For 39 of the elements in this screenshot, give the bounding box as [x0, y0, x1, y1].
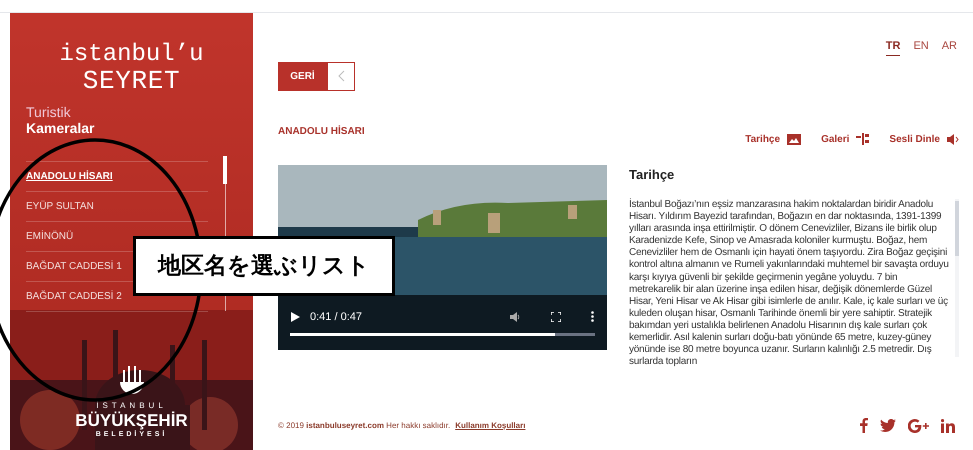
- history-text: İstanbul Boğazı’nın eşsiz manzarasına hakim noktalardan biridir Anadolu Hisarı. Yıldırım Bayezid tarafından, Boğazın en dar noktasında, 1391-1399 yılları arasında inşa ettirilmiştir. O dönem Cenevizliler, Bizans ile birlik olup Karadenizde Kefe, Sinop ve Amasrada koloniler kurmuştu. Boğaz, hem Cenevizliler hem de Osmanlı için hayati önem taşıyordu. Zira Boğaz geçişini kontrol altına almanın ve Rumeli yakınlarındaki muhtemel bir savaşta orduyu karşı kıyıya güvenli bir şekilde geçirmenin yegâne yoluydu. 7 bin metrekarelik bir alan üzerine inşa edilen hisar, değişik dönemlerde Güzel Hisar, Yeni Hisar ve Ak Hisar gibi isimlerle de anılır. Kale, iç kale surları ve üç kuleden oluşan hisar, Osmanlı Tarihinde önemli bir yere sahiptir. Stratejik bakımdan yeri ustalıkla belirlenen Anadolu Hisarının dış kale surları çok kemerlidir. Asıl kalenin surları doğu-batı yönünde 65 metre, kuzey-güney yönünde ise 80 metre boyunca uzanır. Surların kalınlığı 2.5 metredir. Dış surlarda topların: [629, 199, 950, 368]
- linkedin-icon[interactable]: [941, 418, 955, 432]
- back-arrow-button[interactable]: [327, 62, 355, 90]
- camera-list-item[interactable]: ANADOLU HİSARI: [26, 169, 113, 184]
- logo-text: istanbul’u: [59, 43, 204, 67]
- progress-bar[interactable]: [290, 332, 595, 336]
- signpost-icon: [856, 133, 870, 145]
- video-time: 0:41 / 0:47: [310, 310, 362, 324]
- place-title: ANADOLU HİSARI: [278, 124, 365, 138]
- camera-list-item[interactable]: BAĞDAT CADDESİ 1: [26, 259, 122, 274]
- section-heading: Turistik: [26, 104, 72, 120]
- volume-icon[interactable]: [510, 312, 521, 322]
- tab-link[interactable]: Sesli Dinle: [889, 132, 959, 146]
- annotation-tooltip: 地区名を選ぶリスト: [133, 236, 395, 296]
- twitter-icon[interactable]: [880, 419, 896, 432]
- terms-link[interactable]: Kullanım Koşulları: [455, 420, 526, 432]
- back-button[interactable]: GERİ: [278, 62, 327, 90]
- municipality-name: İSTANBUL: [96, 400, 167, 412]
- fullscreen-icon[interactable]: [551, 312, 561, 322]
- section-title: Tarihçe: [629, 166, 676, 184]
- tab-link[interactable]: Tarihçe: [745, 132, 802, 146]
- facebook-icon[interactable]: [860, 418, 868, 433]
- play-icon[interactable]: [291, 312, 300, 322]
- language-tab[interactable]: TR: [886, 38, 900, 56]
- image-icon: [787, 134, 802, 144]
- copyright-text: © 2019 istanbuluseyret.com Her hakkı saklıdır.: [278, 420, 450, 432]
- more-icon[interactable]: [591, 311, 594, 322]
- logo-text: SEYRET: [82, 67, 180, 95]
- chevron-left-icon: [337, 70, 345, 82]
- municipality-name: BÜYÜKŞEHİR: [75, 412, 188, 430]
- speaker-icon: [947, 134, 959, 144]
- language-tab[interactable]: AR: [942, 38, 957, 56]
- tab-link[interactable]: Galeri: [821, 132, 870, 146]
- camera-list-item[interactable]: EMİNÖNÜ: [26, 229, 74, 244]
- language-tab[interactable]: EN: [913, 38, 929, 56]
- google-plus-icon[interactable]: [908, 418, 929, 432]
- camera-list-item[interactable]: BAĞDAT CADDESİ 2: [26, 289, 122, 304]
- camera-list-item[interactable]: EYÜP SULTAN: [26, 199, 94, 214]
- section-heading: Kameralar: [26, 120, 96, 136]
